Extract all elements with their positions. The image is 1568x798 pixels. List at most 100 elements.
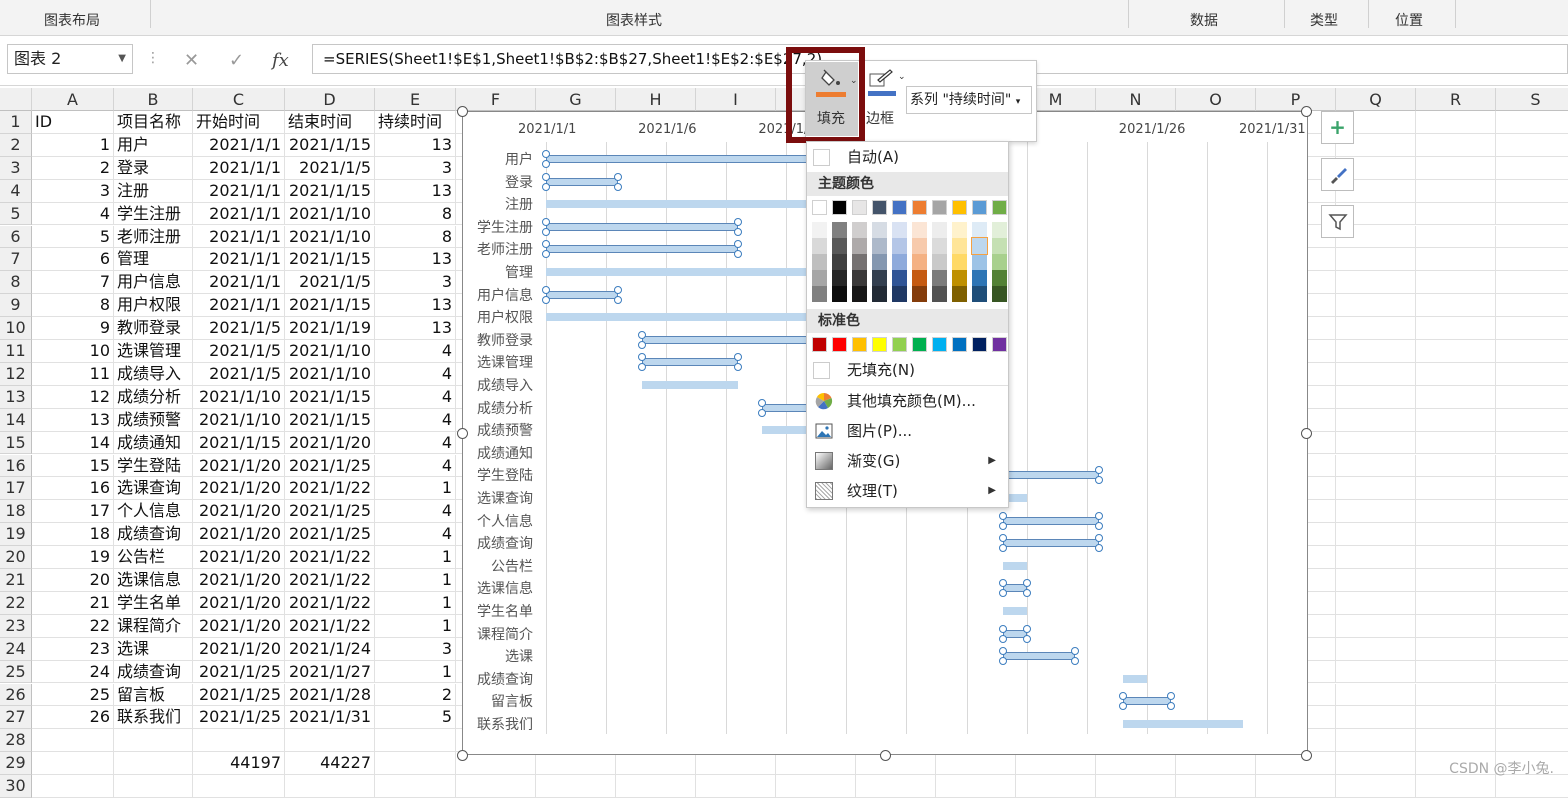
table-cell[interactable]: 2021/1/25 <box>193 661 285 684</box>
color-swatch[interactable] <box>812 254 827 270</box>
color-swatch[interactable] <box>932 337 947 352</box>
color-swatch[interactable] <box>872 337 887 352</box>
color-swatch[interactable] <box>852 286 867 302</box>
table-cell[interactable]: 2021/1/20 <box>193 500 285 523</box>
table-cell[interactable]: 4 <box>375 340 456 363</box>
table-cell[interactable]: 8 <box>375 226 456 249</box>
cell[interactable] <box>1416 477 1496 500</box>
table-cell[interactable]: 2021/1/15 <box>285 294 375 317</box>
column-header[interactable]: B <box>114 88 193 111</box>
bar[interactable] <box>546 291 618 299</box>
table-cell[interactable]: 13 <box>375 134 456 157</box>
cell[interactable] <box>1416 432 1496 455</box>
cell[interactable] <box>1336 775 1416 798</box>
cell[interactable] <box>936 752 1016 775</box>
color-swatch[interactable] <box>832 286 847 302</box>
table-cell[interactable]: 2021/1/1 <box>193 226 285 249</box>
cell[interactable] <box>1496 615 1568 638</box>
selection-handle[interactable] <box>614 183 622 191</box>
resize-handle[interactable] <box>1301 750 1312 761</box>
selection-handle[interactable] <box>638 331 646 339</box>
table-cell[interactable]: 2021/1/27 <box>285 661 375 684</box>
table-cell[interactable]: 13 <box>375 317 456 340</box>
table-cell[interactable]: 2021/1/10 <box>285 340 375 363</box>
header-cell[interactable]: 结束时间 <box>285 111 375 134</box>
table-cell[interactable]: 13 <box>375 294 456 317</box>
table-cell[interactable]: 2021/1/10 <box>285 226 375 249</box>
table-cell[interactable]: 用户信息 <box>114 271 193 294</box>
cell[interactable] <box>536 775 616 798</box>
row-header[interactable]: 22 <box>0 592 32 615</box>
cell[interactable] <box>1416 569 1496 592</box>
color-swatch[interactable] <box>952 286 967 302</box>
bar[interactable] <box>546 178 618 186</box>
selection-handle[interactable] <box>758 409 766 417</box>
bar[interactable] <box>1123 720 1243 728</box>
selection-handle[interactable] <box>1023 625 1031 633</box>
table-cell[interactable]: 10 <box>32 340 114 363</box>
table-cell[interactable]: 18 <box>32 523 114 546</box>
table-cell[interactable]: 25 <box>32 684 114 707</box>
table-cell[interactable]: 2021/1/20 <box>193 592 285 615</box>
row-header[interactable]: 14 <box>0 409 32 432</box>
row-header[interactable]: 7 <box>0 248 32 271</box>
column-header[interactable]: D <box>285 88 375 111</box>
table-cell[interactable]: 2021/1/15 <box>193 432 285 455</box>
row-header[interactable]: 5 <box>0 203 32 226</box>
cell[interactable] <box>1336 248 1416 271</box>
cell[interactable] <box>1416 203 1496 226</box>
table-cell[interactable]: 1 <box>375 546 456 569</box>
color-swatch[interactable] <box>892 286 907 302</box>
cancel-icon[interactable]: ✕ <box>184 50 199 71</box>
table-cell[interactable]: 16 <box>32 477 114 500</box>
cell[interactable] <box>1416 684 1496 707</box>
cell[interactable]: 44227 <box>285 752 375 775</box>
cell[interactable] <box>1336 432 1416 455</box>
row-header[interactable]: 3 <box>0 157 32 180</box>
color-swatch[interactable] <box>932 254 947 270</box>
table-cell[interactable]: 学生名单 <box>114 592 193 615</box>
column-header[interactable]: R <box>1416 88 1496 111</box>
selection-handle[interactable] <box>542 173 550 181</box>
column-header[interactable]: C <box>193 88 285 111</box>
color-swatch[interactable] <box>872 254 887 270</box>
resize-handle[interactable] <box>880 750 891 761</box>
color-swatch[interactable] <box>892 270 907 286</box>
bar[interactable] <box>1123 697 1171 705</box>
color-swatch[interactable] <box>972 286 987 302</box>
color-swatch[interactable] <box>852 254 867 270</box>
cell[interactable] <box>1496 226 1568 249</box>
selection-handle[interactable] <box>1095 476 1103 484</box>
table-cell[interactable]: 2021/1/20 <box>193 455 285 478</box>
table-cell[interactable]: 教师登录 <box>114 317 193 340</box>
color-swatch[interactable] <box>932 286 947 302</box>
color-swatch[interactable] <box>812 200 827 215</box>
table-cell[interactable]: 5 <box>32 226 114 249</box>
cell[interactable] <box>1416 706 1496 729</box>
color-swatch[interactable] <box>932 270 947 286</box>
table-cell[interactable]: 4 <box>375 432 456 455</box>
row-header[interactable]: 10 <box>0 317 32 340</box>
cell[interactable] <box>32 752 114 775</box>
column-header[interactable]: F <box>456 88 536 111</box>
selection-handle[interactable] <box>1023 579 1031 587</box>
cell[interactable] <box>1336 500 1416 523</box>
color-swatch[interactable] <box>932 238 947 254</box>
color-swatch[interactable] <box>852 238 867 254</box>
resize-handle[interactable] <box>1301 428 1312 439</box>
selection-handle[interactable] <box>1023 589 1031 597</box>
selection-handle[interactable] <box>614 173 622 181</box>
selection-handle[interactable] <box>999 647 1007 655</box>
color-swatch[interactable] <box>972 200 987 215</box>
color-swatch[interactable] <box>912 254 927 270</box>
cell[interactable] <box>1496 569 1568 592</box>
menu-item-texture[interactable]: 纹理(T) ▶ <box>807 478 1008 504</box>
table-cell[interactable]: 13 <box>32 409 114 432</box>
table-cell[interactable]: 2021/1/20 <box>193 569 285 592</box>
column-header[interactable]: G <box>536 88 616 111</box>
color-swatch[interactable] <box>832 270 847 286</box>
table-cell[interactable]: 2021/1/20 <box>193 638 285 661</box>
cell[interactable] <box>1416 455 1496 478</box>
row-header[interactable]: 16 <box>0 455 32 478</box>
color-swatch[interactable] <box>992 254 1007 270</box>
